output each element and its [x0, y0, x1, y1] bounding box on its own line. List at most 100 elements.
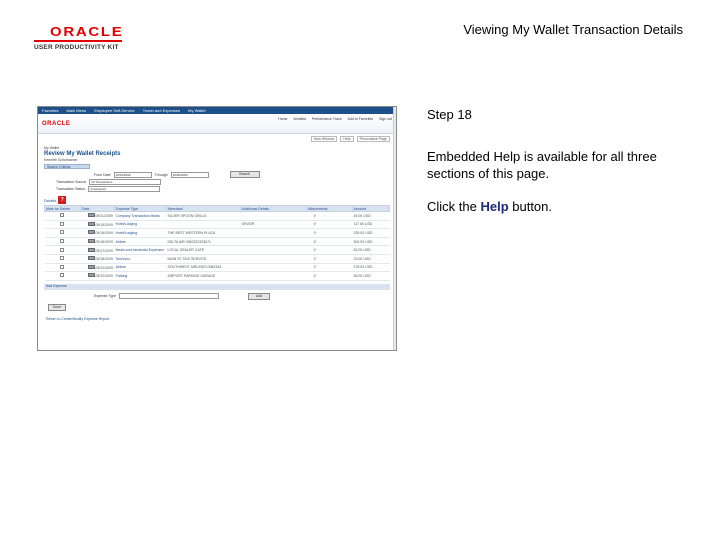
row-details [240, 245, 307, 255]
through-date-label: Through [154, 172, 168, 177]
delete-checkbox[interactable] [59, 230, 64, 235]
row-details: SEVIER [240, 220, 307, 230]
help-button[interactable]: ? [58, 196, 67, 204]
attachment-icon[interactable]: ⚲ [314, 248, 317, 252]
row-amount: 45.00 USD [352, 211, 390, 221]
top-link[interactable]: Home [278, 117, 287, 121]
row-expense-type[interactable]: Airfare [114, 263, 167, 273]
search-button[interactable]: Search [229, 171, 260, 178]
row-expense-type[interactable]: Airfare [114, 237, 167, 247]
logo-wordmark: ORACLE [50, 24, 124, 39]
expense-type-label: Expense Type [94, 294, 117, 299]
from-date-field[interactable]: 10/01/2009 [113, 171, 152, 178]
delete-checkbox[interactable] [59, 256, 64, 261]
receipt-icon [87, 256, 95, 261]
personalize-link[interactable]: Personalize Page [356, 136, 390, 142]
page-title: Viewing My Wallet Transaction Details [463, 22, 683, 37]
nav-item[interactable]: Favorites [42, 108, 58, 113]
table-row: 09/16/2009 Airfare DELTA AIR 00823223336… [44, 237, 390, 247]
nav-item[interactable]: Employee Self-Service [94, 108, 134, 113]
table-row: 09/22/2009 Airfare SOUTHWEST AIRLINES 00… [44, 263, 390, 273]
return-link[interactable]: Return to Create/Modify Expense Report [46, 317, 396, 321]
row-details [240, 211, 307, 221]
row-details [240, 237, 307, 247]
receipt-icon [87, 230, 95, 235]
delete-checkbox[interactable] [59, 273, 64, 278]
row-expense-type[interactable]: Hotel/Lodging [114, 228, 167, 238]
top-link[interactable]: Performance Trace [312, 117, 342, 121]
top-link[interactable]: Sign out [379, 117, 392, 121]
done-button[interactable]: Done [48, 303, 66, 311]
date-filter-row: From Date 10/01/2009 Through 10/06/2009 … [38, 169, 396, 178]
delete-checkbox[interactable] [59, 239, 64, 244]
row-merchant: SOUTHWEST AIRLINES 0082334 [166, 263, 241, 273]
delete-checkbox[interactable] [59, 264, 64, 269]
app-brand: ORACLE [42, 120, 71, 127]
row-expense-type[interactable]: Taxi/Limo [114, 254, 167, 264]
vertical-scrollbar[interactable] [393, 107, 396, 350]
attachment-icon[interactable]: ⚲ [314, 222, 317, 226]
row-merchant: LOCAL DEALER CAFE [166, 245, 241, 255]
oracle-upk-logo: ORACLE USER PRODUCTIVITY KIT [34, 24, 124, 51]
delete-checkbox[interactable] [59, 221, 64, 226]
step-description: Embedded Help is available for all three… [427, 149, 657, 181]
transaction-status-select[interactable]: Unassigned [88, 186, 161, 192]
row-details [240, 263, 307, 273]
nav-item[interactable]: Main Menu [66, 108, 86, 113]
top-link[interactable]: Add to Favorites [348, 117, 373, 121]
row-merchant: DELTA AIR 0082322333671 [166, 237, 241, 247]
receipt-icon [87, 239, 95, 244]
logo-rule [34, 40, 122, 42]
expense-type-select[interactable] [119, 293, 220, 300]
row-amount: 23.00 USD [352, 254, 390, 264]
app-page-heading: Review My Wallet Receipts [44, 151, 121, 157]
delete-checkbox[interactable] [59, 247, 64, 252]
top-link[interactable]: Worklist [294, 117, 306, 121]
receipt-icon [87, 264, 95, 269]
row-expense-type[interactable]: Company Transaction Meals [114, 211, 167, 221]
row-amount: 36.00 USD [352, 271, 390, 281]
attachment-icon[interactable]: ⚲ [314, 274, 317, 278]
row-amount: 117.60 USD [352, 220, 390, 230]
attachment-icon[interactable]: ⚲ [314, 240, 317, 244]
application-screenshot: Favorites Main Menu Employee Self-Servic… [37, 106, 397, 351]
attachment-icon[interactable]: ⚲ [314, 214, 317, 218]
attachment-icon[interactable]: ⚲ [314, 265, 317, 269]
table-row: 09/11/2009 Company Transaction Meals SIL… [44, 211, 390, 221]
row-amount: 302.00 USD [352, 237, 390, 247]
table-row: 09/22/2009 Parking AIRPORT PARKING GARAG… [44, 271, 390, 281]
delete-checkbox[interactable] [59, 213, 64, 218]
row-date: 09/22/2009 [80, 263, 115, 273]
through-date-field[interactable]: 10/06/2009 [170, 171, 209, 178]
row-expense-type[interactable]: Hotel/Lodging [114, 220, 167, 230]
row-date: 09/16/2009 [80, 237, 115, 247]
details-label: Details [44, 197, 57, 203]
transaction-source-select[interactable]: All Transactions [89, 179, 162, 185]
step-number: Step 18 [427, 107, 472, 122]
step-instruction: Click the Help button. [427, 199, 553, 214]
row-expense-type[interactable]: Meals and Incidental Expenses [114, 245, 167, 255]
receipt-icon [87, 213, 95, 218]
help-link[interactable]: Help [340, 136, 354, 142]
help-keyword: Help [480, 199, 509, 214]
row-merchant: AIRPORT PARKING GARAGE [166, 271, 241, 281]
nav-item[interactable]: My Wallet [188, 108, 205, 113]
from-date-label: From Date [94, 172, 111, 177]
attachment-icon[interactable]: ⚲ [314, 231, 317, 235]
add-button[interactable]: Add [248, 292, 271, 300]
row-date: 09/15/2009 [80, 220, 115, 230]
new-window-link[interactable]: New Window [310, 136, 338, 142]
row-date: 09/11/2009 [80, 211, 115, 221]
row-merchant: MAIN ST TAXI SERVICE [166, 254, 241, 264]
details-section-header: Details ? [44, 196, 390, 204]
row-merchant: SILVER SPOON GRILLE [166, 211, 241, 221]
row-date: 09/18/2009 [80, 254, 115, 264]
row-amount: 63.00 USD [352, 245, 390, 255]
row-merchant: THE BEST WESTERN PLAZA [166, 228, 241, 238]
nav-item[interactable]: Travel and Expenses [143, 108, 180, 113]
employee-name: Kenneth Schumacher [44, 158, 78, 162]
row-details [240, 271, 307, 281]
attachment-icon[interactable]: ⚲ [314, 257, 317, 261]
row-expense-type[interactable]: Parking [114, 271, 167, 281]
add-expense-row: Expense Type Add [38, 290, 396, 300]
